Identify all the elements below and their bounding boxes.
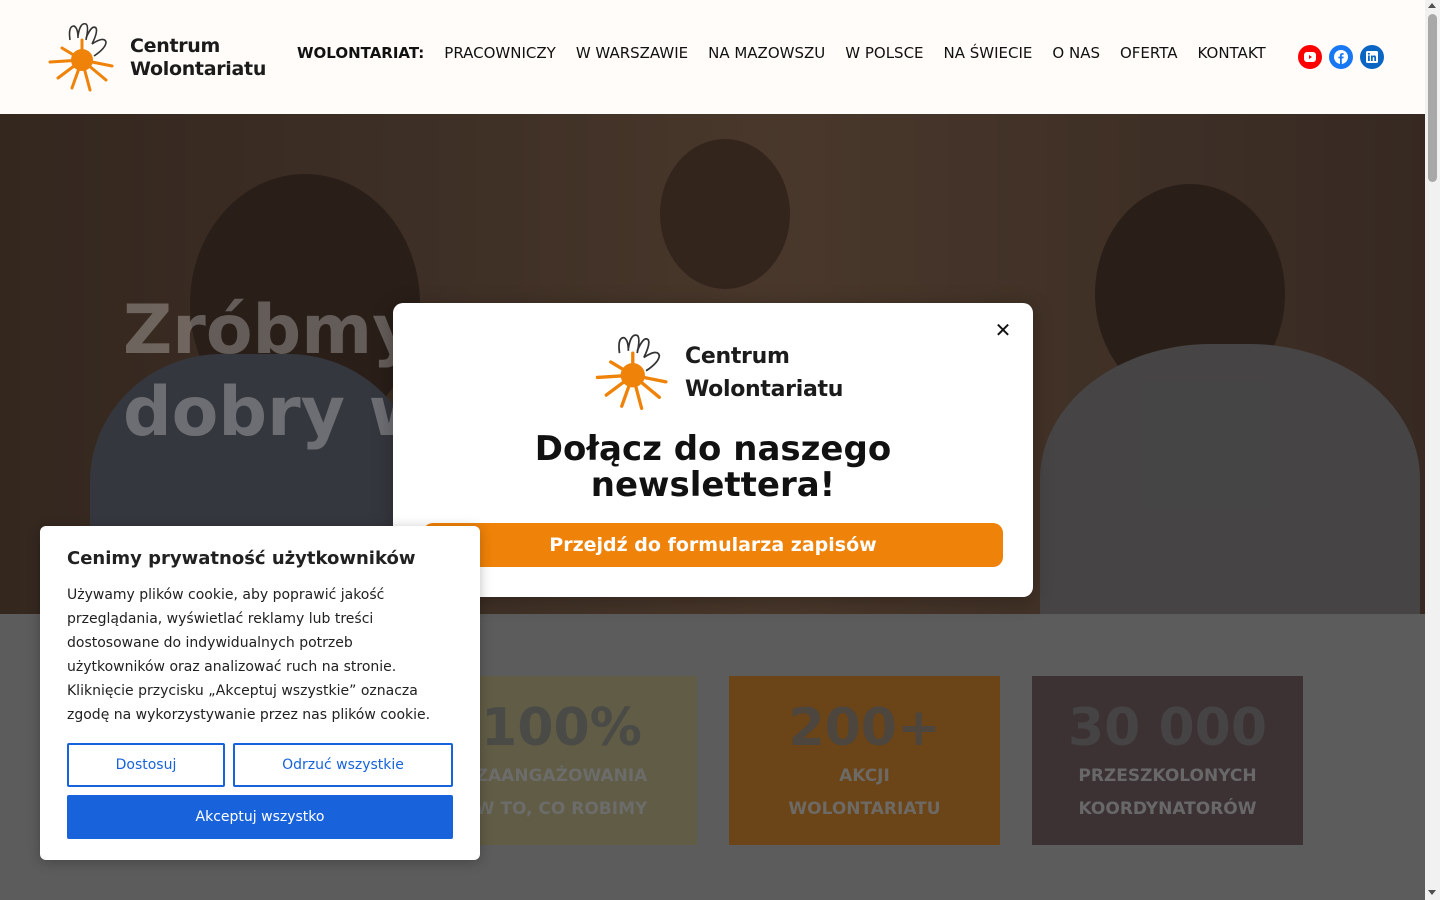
logo-line-2: Wolontariatu	[685, 377, 844, 402]
facebook-icon[interactable]	[1329, 45, 1353, 69]
customize-button[interactable]: Dostosuj	[67, 743, 225, 787]
logo-line-1: Centrum	[130, 35, 221, 57]
site-header: Centrum Wolontariatu WOLONTARIAT: PRACOW…	[0, 0, 1425, 114]
scroll-down-arrow-icon[interactable]	[1428, 890, 1436, 895]
logo-line-1: Centrum	[685, 344, 790, 369]
signup-form-button[interactable]: Przejdź do formularza zapisów	[423, 523, 1003, 567]
scrollbar-thumb[interactable]	[1428, 14, 1437, 182]
youtube-icon[interactable]	[1298, 45, 1322, 69]
sun-hand-logo-icon	[593, 331, 677, 415]
nav-item-w-polsce[interactable]: W POLSCE	[845, 44, 923, 62]
cookie-title: Cenimy prywatność użytkowników	[67, 548, 416, 569]
accept-all-button[interactable]: Akceptuj wszystko	[67, 795, 453, 839]
stat-label-line-1: PRZESZKOLONYCH	[1078, 766, 1257, 786]
nav-label-wolontariat: WOLONTARIAT:	[297, 44, 425, 62]
hero-title: Zróbmy dobry w	[123, 290, 431, 454]
logo-line-2: Wolontariatu	[130, 58, 267, 80]
linkedin-icon[interactable]	[1360, 45, 1384, 69]
social-links	[1298, 45, 1384, 69]
site-logo[interactable]: Centrum Wolontariatu	[46, 20, 266, 96]
stat-label-line-2: WOLONTARIATU	[788, 799, 941, 819]
modal-title: Dołącz do naszego newslettera!	[393, 431, 1033, 503]
stat-label-line-2: KOORDYNATORÓW	[1078, 799, 1257, 819]
nav-item-kontakt[interactable]: KONTAKT	[1198, 44, 1266, 62]
stat-value: 200+	[788, 698, 941, 758]
hero-title-line-1: Zróbmy	[123, 291, 417, 370]
modal-title-line-2: newslettera!	[590, 465, 836, 505]
nav-item-o-nas[interactable]: O NAS	[1052, 44, 1100, 62]
cookie-buttons: Dostosuj Odrzuć wszystkie Akceptuj wszys…	[67, 743, 453, 839]
nav-item-w-warszawie[interactable]: W WARSZAWIE	[576, 44, 688, 62]
reject-all-button[interactable]: Odrzuć wszystkie	[233, 743, 453, 787]
modal-title-line-1: Dołącz do naszego	[534, 429, 892, 469]
modal-logo: Centrum Wolontariatu	[593, 331, 843, 415]
page-scrollbar[interactable]	[1425, 0, 1440, 900]
cookie-description: Używamy plików cookie, aby poprawić jako…	[67, 587, 431, 723]
nav-item-na-swiecie[interactable]: NA ŚWIECIE	[944, 44, 1033, 62]
sun-hand-logo-icon	[46, 20, 122, 96]
newsletter-modal: ✕ Centrum Wolontariatu Dołącz do naszego…	[393, 303, 1033, 597]
nav-item-oferta[interactable]: OFERTA	[1120, 44, 1178, 62]
stat-card-actions: 200+ AKCJI WOLONTARIATU	[729, 676, 1000, 845]
scroll-up-arrow-icon[interactable]	[1428, 3, 1436, 8]
nav-item-pracowniczy[interactable]: PRACOWNICZY	[444, 44, 556, 62]
stat-label-line-1: AKCJI	[839, 766, 890, 786]
stat-card-coordinators: 30 000 PRZESZKOLONYCH KOORDYNATORÓW	[1032, 676, 1303, 845]
stat-value: 30 000	[1067, 698, 1267, 758]
hero-title-line-2: dobry w	[123, 373, 432, 452]
nav-item-na-mazowszu[interactable]: NA MAZOWSZU	[708, 44, 825, 62]
cookie-consent-banner: Cenimy prywatność użytkowników Używamy p…	[40, 526, 480, 860]
main-nav: WOLONTARIAT: PRACOWNICZY W WARSZAWIE NA …	[297, 44, 1286, 62]
logo-text: Centrum Wolontariatu	[130, 35, 266, 81]
close-icon[interactable]: ✕	[993, 320, 1013, 340]
logo-text: Centrum Wolontariatu	[685, 340, 843, 406]
